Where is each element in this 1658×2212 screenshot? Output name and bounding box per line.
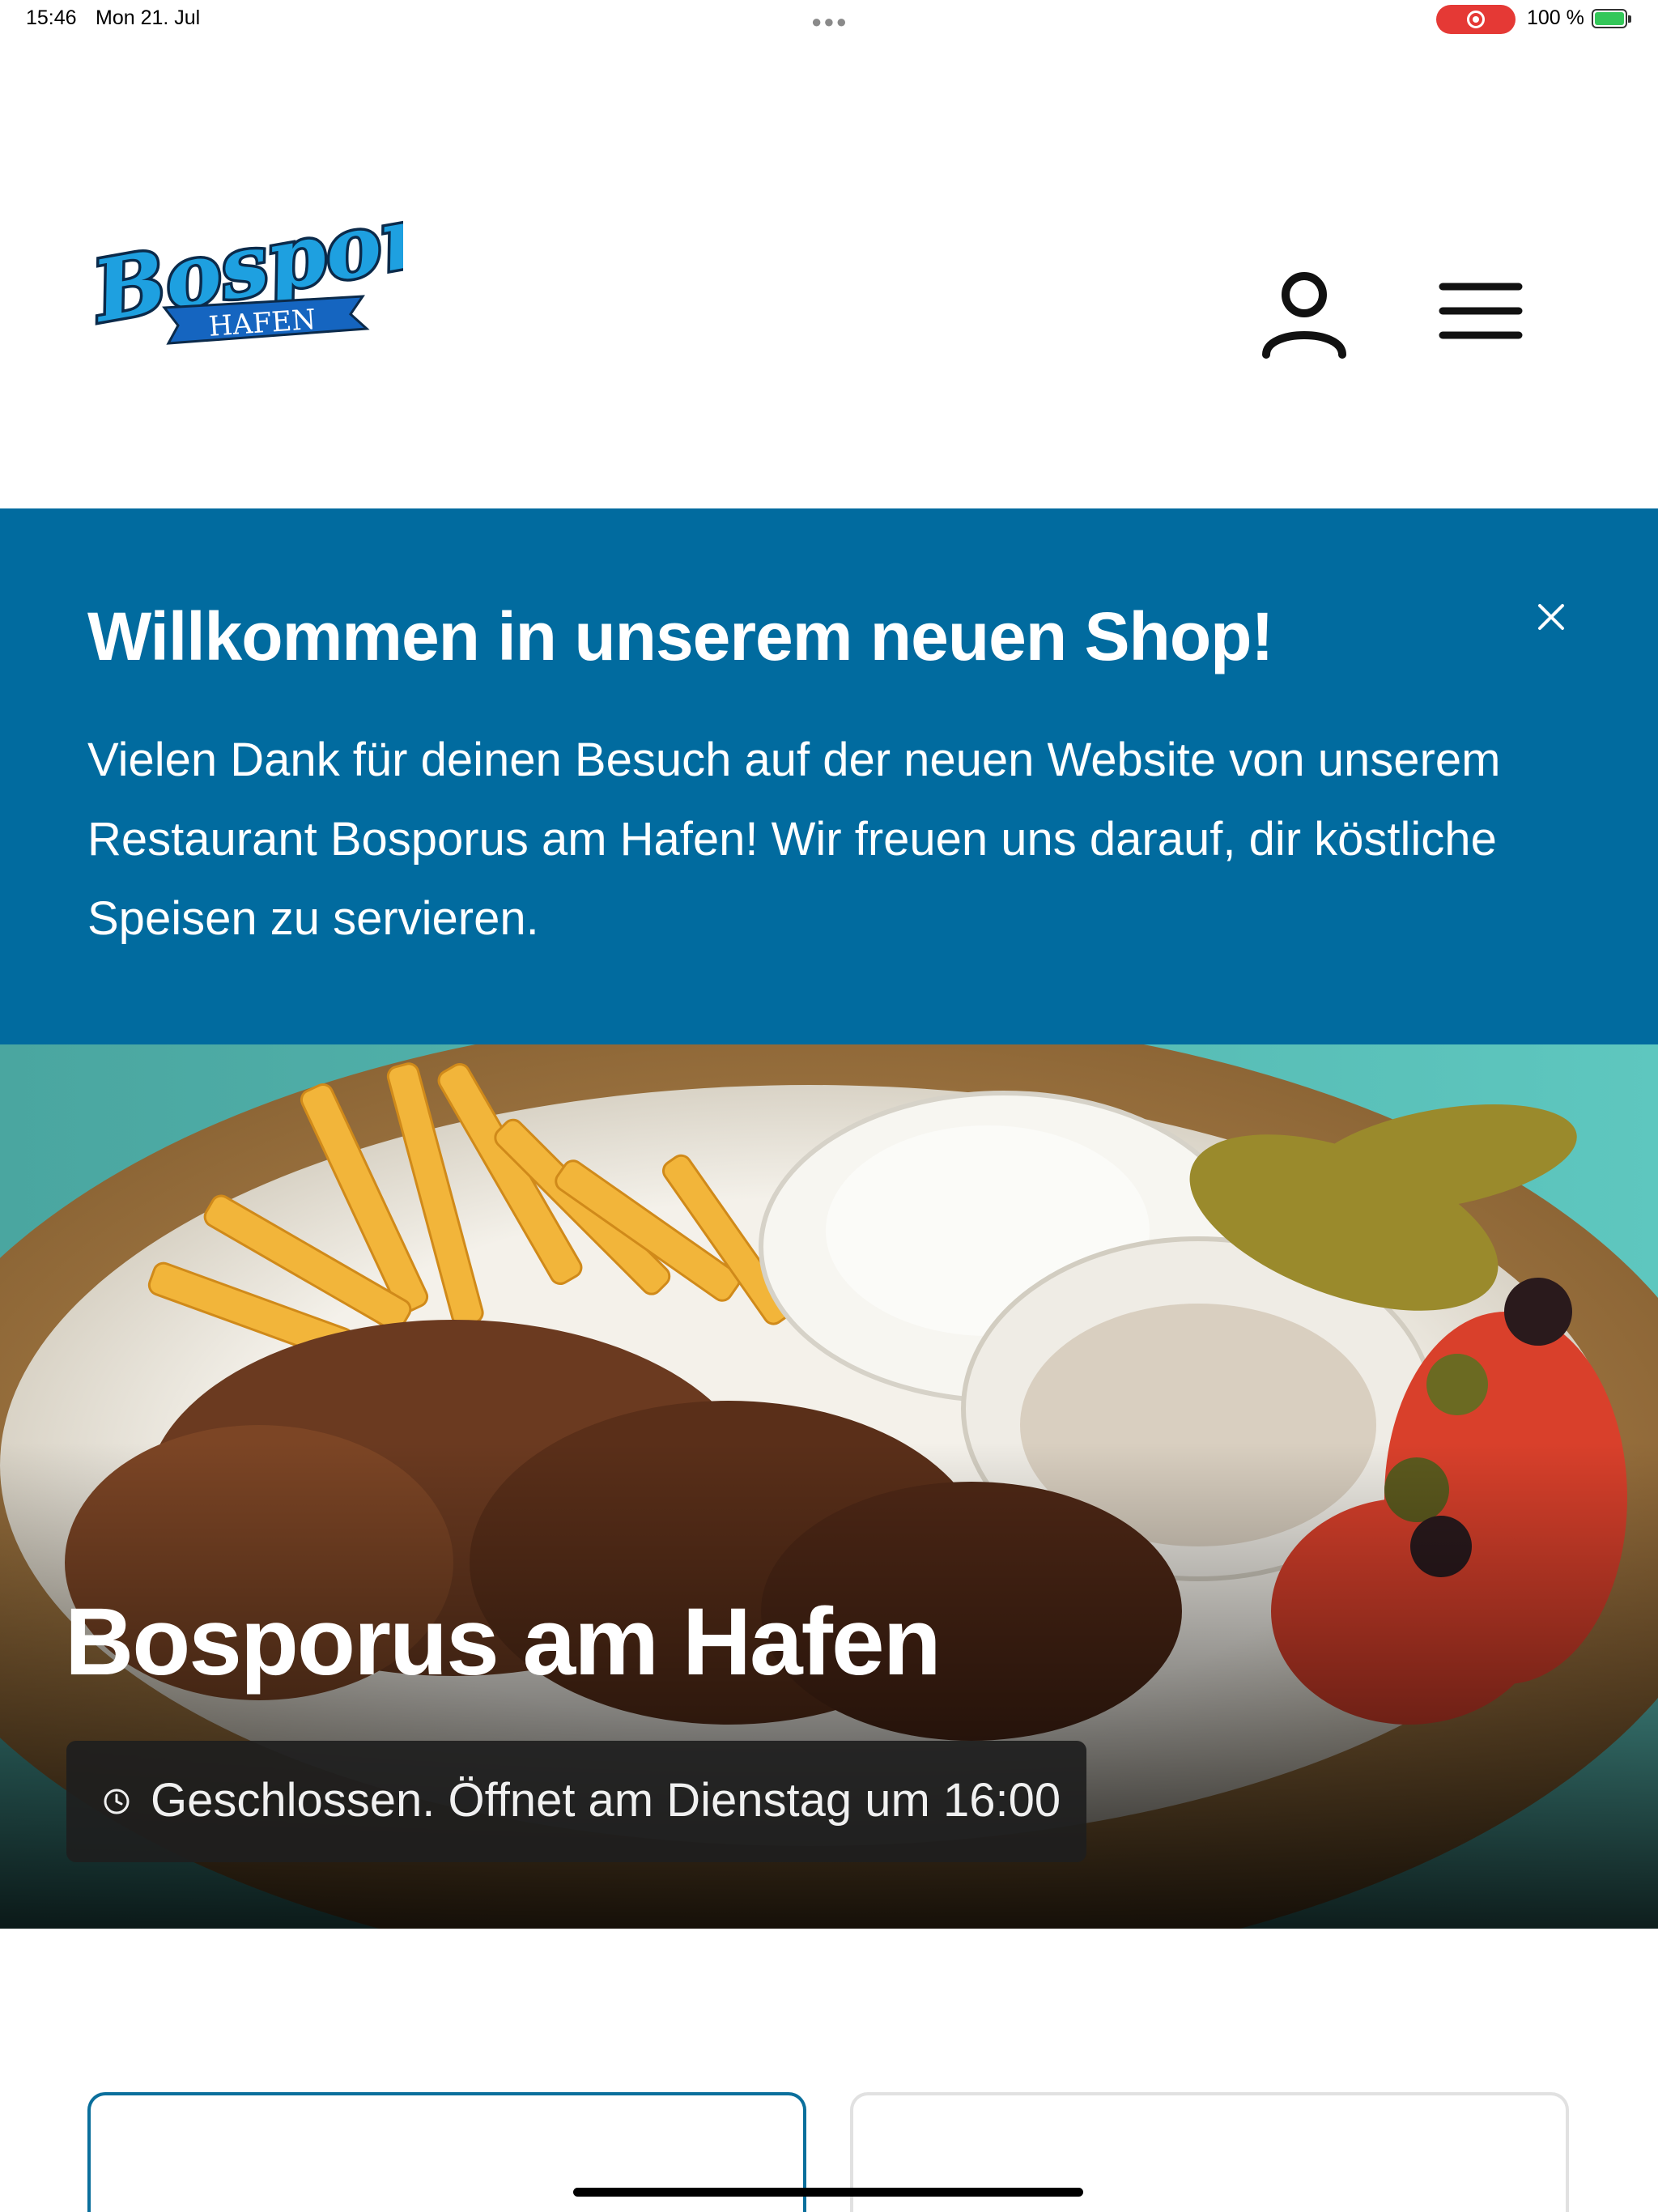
status-date: Mon 21. Jul bbox=[96, 6, 201, 29]
multitasking-dots-icon[interactable]: ●●● bbox=[811, 11, 848, 32]
welcome-banner: Willkommen in unserem neuen Shop! Vielen… bbox=[0, 508, 1658, 1044]
close-icon[interactable] bbox=[1535, 601, 1567, 633]
opening-status-badge: Geschlossen. Öffnet am Dienstag um 16:00 bbox=[66, 1741, 1086, 1862]
status-time: 15:46 bbox=[26, 6, 77, 29]
status-bar: 15:46 Mon 21. Jul ●●● 100 % bbox=[0, 0, 1658, 39]
opening-status-text: Geschlossen. Öffnet am Dienstag um 16:00 bbox=[151, 1774, 1061, 1827]
banner-title: Willkommen in unserem neuen Shop! bbox=[87, 598, 1273, 674]
home-indicator[interactable] bbox=[573, 2188, 1083, 2197]
clock-icon bbox=[104, 1789, 130, 1814]
banner-text: Vielen Dank für deinen Besuch auf der ne… bbox=[87, 734, 1501, 945]
bosporus-hafen-logo[interactable]: Bosporus HAFEN bbox=[81, 164, 542, 363]
svg-text:HAFEN: HAFEN bbox=[207, 304, 317, 343]
site-header: Bosporus HAFEN bbox=[0, 39, 1658, 508]
hamburger-menu-icon[interactable] bbox=[1436, 279, 1525, 343]
battery-percentage: 100 % bbox=[1527, 6, 1584, 29]
user-account-icon[interactable] bbox=[1256, 266, 1352, 361]
restaurant-name: Bosporus am Hafen bbox=[65, 1589, 942, 1695]
battery-icon bbox=[1592, 9, 1631, 28]
screen-recording-icon[interactable] bbox=[1436, 5, 1516, 34]
hero-section: Bosporus am Hafen Geschlossen. Öffnet am… bbox=[0, 1044, 1658, 1929]
